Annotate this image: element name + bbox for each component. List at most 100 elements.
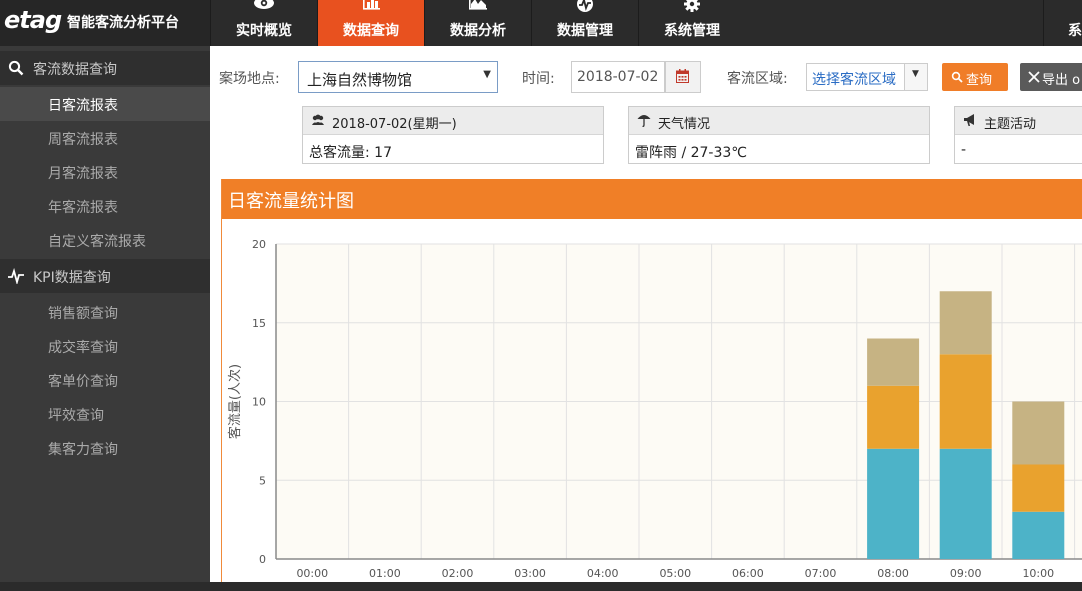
sidebar-item-label: 坪效查询	[48, 408, 104, 424]
chart-panel-header: 日客流量统计图	[222, 179, 1082, 219]
date-info-title: 2018-07-02(星期一)	[332, 117, 457, 132]
area-label: 客流区域:	[727, 71, 788, 87]
caret-down-icon: ▼	[912, 69, 919, 79]
pulse-icon	[532, 0, 638, 12]
nav-tab-system[interactable]: 系统管理	[638, 0, 745, 46]
bottom-bar	[0, 582, 1082, 591]
x-tick-label: 05:00	[659, 567, 691, 580]
x-tick-label: 06:00	[732, 567, 764, 580]
time-label: 时间:	[522, 71, 555, 87]
area-select[interactable]: 选择客流区域 ▼	[806, 63, 928, 91]
nav-tab-label: 实时概览	[236, 23, 292, 39]
nav-tab-query[interactable]: 数据查询	[317, 0, 424, 46]
site-select[interactable]: 上海自然博物馆 ▼	[298, 61, 498, 93]
sidebar-item-area-efficiency[interactable]: 坪效查询	[0, 397, 210, 431]
daily-traffic-chart: 0 5 10 15 20 00:00 01:00 02:00 03:00 04:00 05:00 06…	[227, 238, 1082, 580]
sidebar-item-label: 成交率查询	[48, 340, 118, 356]
total-traffic-text: 总客流量: 17	[309, 145, 392, 161]
bar-chart-icon	[318, 0, 424, 12]
sidebar-item-attraction[interactable]: 集客力查询	[0, 431, 210, 465]
weather-text: 雷阵雨 / 27-33℃	[635, 145, 748, 161]
nav-tab-analysis[interactable]: 数据分析	[424, 0, 531, 46]
x-tick-label: 09:00	[950, 567, 982, 580]
export-button-label: 导出 o	[1042, 73, 1081, 88]
calendar-button[interactable]	[665, 61, 701, 93]
app-logo[interactable]: etag 智能客流分析平台	[0, 0, 210, 46]
activity-info-title: 主题活动	[984, 117, 1037, 132]
activity-text: -	[961, 142, 967, 158]
y-axis-label: 客流量(人次)	[227, 364, 243, 439]
sidebar-item-unit-price[interactable]: 客单价查询	[0, 363, 210, 397]
sidebar-item-label: 自定义客流报表	[48, 234, 146, 250]
search-icon	[8, 60, 24, 76]
sidebar-item-conversion[interactable]: 成交率查询	[0, 329, 210, 363]
date-input[interactable]: 2018-07-02	[571, 61, 665, 93]
bar-segment	[867, 448, 920, 559]
chart-panel: 日客流量统计图 0 5 10 15 20 00:00 01:00 02:00 03:00 04:0…	[221, 179, 1082, 582]
sidebar-item-label: 销售额查询	[48, 306, 118, 322]
area-select-toggle[interactable]: ▼	[904, 64, 927, 90]
calendar-icon	[676, 69, 689, 83]
nav-tab-label: 数据分析	[450, 23, 506, 39]
top-navbar: etag 智能客流分析平台 实时概览 数据查询 数据分析 数据管理 系统管理 系	[0, 0, 1082, 46]
x-tick-label: 01:00	[369, 567, 401, 580]
search-icon	[951, 71, 963, 83]
x-tick-label: 02:00	[442, 567, 474, 580]
caret-down-icon: ▼	[483, 69, 491, 80]
sidebar-section-traffic[interactable]: 客流数据查询	[0, 51, 210, 85]
bar-segment	[939, 291, 992, 355]
x-tick-label: 03:00	[514, 567, 546, 580]
sidebar: 客流数据查询 日客流报表 周客流报表 月客流报表 年客流报表 自定义客流报表 K…	[0, 46, 210, 582]
y-tick-label: 20	[252, 238, 266, 251]
sidebar-section-label: KPI数据查询	[33, 270, 111, 286]
bar-segment	[1012, 464, 1065, 512]
weather-info-header: 天气情况	[629, 107, 929, 135]
nav-tab-label: 数据管理	[557, 23, 613, 39]
weather-info-title: 天气情况	[658, 117, 711, 132]
sidebar-item-weekly-report[interactable]: 周客流报表	[0, 121, 210, 155]
weather-info-box: 天气情况 雷阵雨 / 27-33℃	[628, 106, 930, 164]
sidebar-item-yearly-report[interactable]: 年客流报表	[0, 189, 210, 223]
nav-tab-overflow[interactable]: 系	[1043, 0, 1082, 46]
sidebar-item-label: 集客力查询	[48, 442, 118, 458]
bullhorn-icon	[964, 114, 974, 126]
sidebar-item-sales[interactable]: 销售额查询	[0, 295, 210, 329]
sidebar-item-label: 年客流报表	[48, 200, 118, 216]
sidebar-section-kpi[interactable]: KPI数据查询	[0, 259, 210, 293]
sidebar-item-custom-report[interactable]: 自定义客流报表	[0, 223, 210, 257]
sidebar-section-label: 客流数据查询	[33, 62, 117, 78]
nav-tab-label: 数据查询	[343, 23, 399, 39]
tools-icon	[1028, 71, 1040, 83]
date-info-box: 2018-07-02(星期一) 总客流量: 17	[302, 106, 604, 164]
query-button-label: 查询	[966, 73, 993, 88]
pulse-icon	[8, 267, 24, 286]
x-tick-label: 04:00	[587, 567, 619, 580]
sidebar-item-label: 周客流报表	[48, 132, 118, 148]
sidebar-item-monthly-report[interactable]: 月客流报表	[0, 155, 210, 189]
query-button[interactable]: 查询	[942, 63, 1008, 91]
activity-info-box: 主题活动 -	[954, 106, 1082, 164]
nav-tab-label: 系统管理	[664, 23, 720, 39]
umbrella-icon	[637, 115, 651, 127]
app-title: 智能客流分析平台	[67, 15, 179, 31]
x-tick-label: 07:00	[805, 567, 837, 580]
sidebar-item-daily-report[interactable]: 日客流报表	[0, 87, 210, 121]
nav-tab-management[interactable]: 数据管理	[531, 0, 638, 46]
y-tick-label: 5	[259, 474, 266, 487]
export-button[interactable]: 导出 o	[1020, 63, 1082, 91]
sidebar-item-label: 月客流报表	[48, 166, 118, 182]
x-tick-label: 00:00	[296, 567, 328, 580]
area-select-placeholder: 选择客流区域	[812, 72, 896, 88]
bar-segment	[867, 338, 920, 386]
nav-tab-realtime[interactable]: 实时概览	[210, 0, 317, 46]
date-input-value: 2018-07-02	[577, 69, 659, 85]
sidebar-item-label: 日客流报表	[48, 98, 118, 114]
date-info-header: 2018-07-02(星期一)	[303, 107, 603, 135]
bar-segment	[939, 448, 992, 559]
y-tick-label: 0	[259, 553, 266, 566]
y-tick-label: 15	[252, 317, 266, 330]
x-tick-label: 08:00	[877, 567, 909, 580]
bar-segment	[939, 354, 992, 449]
activity-info-header: 主题活动	[955, 107, 1082, 135]
nav-tab-label: 系	[1068, 23, 1082, 39]
